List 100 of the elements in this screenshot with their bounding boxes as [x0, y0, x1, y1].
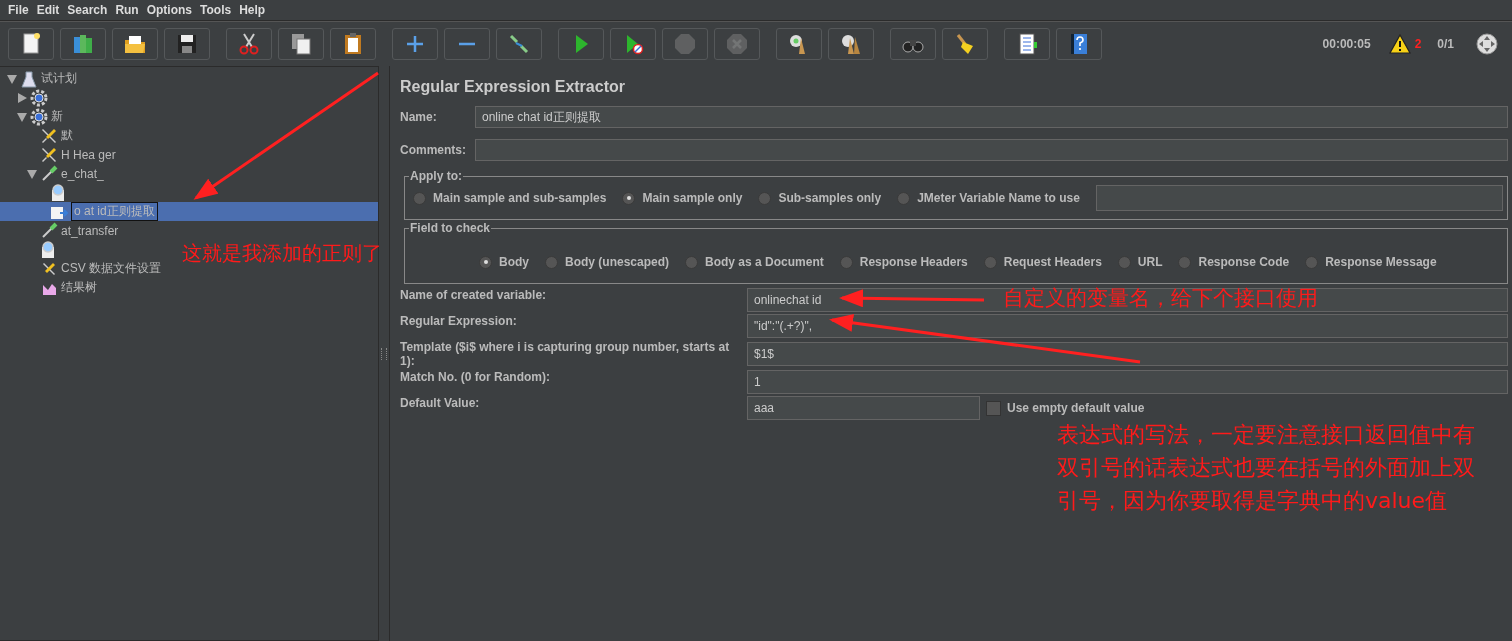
tree-item[interactable]: 试计划	[0, 69, 77, 88]
field-label: Name of created variable:	[400, 288, 548, 302]
radio-button[interactable]	[413, 191, 426, 205]
radio-button[interactable]	[545, 255, 558, 269]
reset-button[interactable]	[942, 28, 988, 60]
input-field[interactable]: "id":"(.+?)",	[747, 314, 1508, 338]
plus-icon	[405, 34, 425, 54]
minus-icon	[459, 42, 475, 46]
paste-button[interactable]	[330, 28, 376, 60]
radio-button[interactable]	[983, 255, 997, 269]
templates-button[interactable]	[60, 28, 106, 60]
broom-gear-icon	[790, 35, 805, 54]
menu-item[interactable]: Edit	[32, 3, 64, 17]
radio-label: Response Code	[1198, 255, 1290, 269]
open-button[interactable]	[112, 28, 158, 60]
expanded-triangle-icon[interactable]	[7, 74, 17, 84]
new-button[interactable]	[8, 28, 54, 60]
pipette-icon	[42, 165, 58, 181]
node-label: 默	[61, 127, 73, 144]
radio-option[interactable]: Request Headers	[983, 255, 1102, 269]
broom-gear-icon	[842, 35, 860, 54]
document-icon	[23, 33, 40, 54]
input-field[interactable]: 1	[747, 370, 1508, 394]
pipettes-icon	[509, 34, 529, 54]
menu-item[interactable]: Run	[111, 3, 143, 17]
collapsed-triangle-icon[interactable]	[18, 92, 27, 103]
start-no-pause-button[interactable]	[610, 28, 656, 60]
radio-button[interactable]	[758, 191, 772, 205]
clear-button[interactable]	[776, 28, 822, 60]
tree-item[interactable]: at_transfer	[0, 221, 119, 240]
field-label: Regular Expression:	[400, 314, 518, 328]
radio-label: Response Headers	[859, 255, 968, 269]
start-button[interactable]	[558, 28, 604, 60]
splitter-handle[interactable]	[379, 66, 390, 641]
radio-label: Main sample only	[642, 191, 743, 205]
notebook-icon	[1019, 33, 1037, 55]
books-icon	[74, 35, 92, 53]
node-label: o at id正则提取	[71, 202, 158, 221]
radio-button[interactable]	[897, 191, 911, 205]
copy-button[interactable]	[278, 28, 324, 60]
radio-button[interactable]	[1305, 255, 1319, 269]
wrench-icon	[42, 147, 56, 162]
tree-item[interactable]: H Hea ger	[0, 145, 116, 164]
input-field[interactable]: $1$	[747, 342, 1508, 366]
menu-item[interactable]: Tools	[196, 3, 236, 17]
radio-option[interactable]: Body (unescaped)	[545, 255, 669, 269]
radio-option[interactable]: Main sample only	[622, 191, 743, 205]
input-field[interactable]: online chat id正则提取	[475, 106, 1508, 128]
elapsed-time: 00:00:05	[1322, 37, 1371, 51]
checkbox[interactable]	[986, 400, 1001, 416]
expanded-triangle-icon[interactable]	[27, 169, 37, 179]
radio-button[interactable]	[622, 191, 636, 205]
radio-button[interactable]	[1178, 255, 1192, 269]
menu-item[interactable]: File	[4, 3, 33, 17]
menu-item[interactable]: Search	[63, 3, 112, 17]
input-field[interactable]	[1095, 185, 1503, 211]
node-label: CSV 数据文件设置	[61, 260, 161, 277]
tree-item[interactable]: e_chat_	[0, 164, 104, 183]
menu-item[interactable]: Help	[235, 3, 270, 17]
tree-item[interactable]: 默	[0, 126, 73, 145]
magnifier-icon	[42, 240, 54, 258]
binoculars-icon	[902, 40, 924, 53]
document-arrow-icon	[51, 206, 69, 219]
expanded-triangle-icon[interactable]	[17, 112, 27, 122]
radio-option[interactable]: Sub-samples only	[758, 191, 882, 205]
radio-option[interactable]: Response Code	[1178, 255, 1290, 269]
radio-option[interactable]: Body	[479, 255, 529, 269]
scissors-icon	[239, 33, 259, 55]
radio-button[interactable]	[479, 255, 492, 269]
remote-engines-icon[interactable]	[1476, 33, 1498, 55]
radio-button[interactable]	[1117, 255, 1131, 269]
save-button[interactable]	[164, 28, 210, 60]
annotation-text: 自定义的变量名，给下个接口使用	[1003, 285, 1318, 312]
input-field[interactable]: aaa	[747, 396, 980, 420]
functions-button[interactable]	[1004, 28, 1050, 60]
clear-all-button[interactable]	[828, 28, 874, 60]
node-label: 试计划	[41, 70, 77, 87]
radio-option[interactable]: URL	[1117, 255, 1163, 269]
warning-icon[interactable]	[1388, 34, 1411, 54]
expand-button[interactable]	[392, 28, 438, 60]
menu-item[interactable]: Options	[142, 3, 197, 17]
tree-item[interactable]: CSV 数据文件设置	[0, 259, 161, 278]
radio-option[interactable]: Response Headers	[839, 255, 968, 269]
radio-label: Body (unescaped)	[565, 255, 669, 269]
cut-button[interactable]	[226, 28, 272, 60]
node-label: 结果树	[61, 279, 97, 296]
radio-option[interactable]: Response Message	[1305, 255, 1437, 269]
tree-item[interactable]: 新	[0, 107, 63, 126]
toggle-button[interactable]	[496, 28, 542, 60]
radio-button[interactable]	[839, 255, 853, 269]
search-button[interactable]	[890, 28, 936, 60]
flask-icon	[21, 71, 37, 87]
node-label: 新	[51, 108, 63, 125]
input-field[interactable]	[475, 139, 1508, 161]
node-label: e_chat_	[61, 166, 104, 181]
tree-item[interactable]: 结果树	[0, 278, 97, 297]
collapse-button[interactable]	[444, 28, 490, 60]
node-label: at_transfer	[61, 223, 119, 238]
help-button[interactable]	[1056, 28, 1102, 60]
radio-button[interactable]	[685, 255, 698, 269]
